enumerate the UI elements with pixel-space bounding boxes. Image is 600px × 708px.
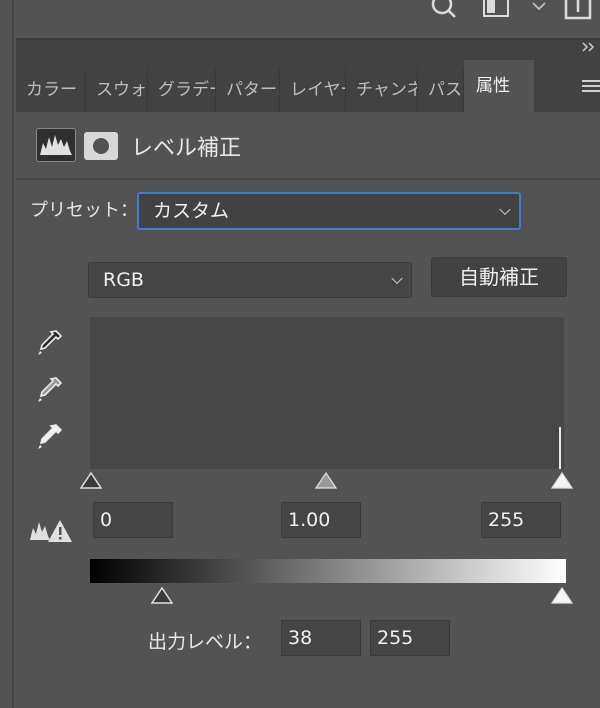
- tab-swatches[interactable]: スウォッチ: [86, 68, 148, 112]
- divider: [12, 38, 14, 708]
- left-dock-edge: [0, 38, 16, 708]
- tab-channels[interactable]: チャンネル: [346, 68, 418, 112]
- tab-label: カラー: [26, 80, 77, 100]
- input-midtone-field[interactable]: 1.00: [281, 502, 361, 538]
- auto-button[interactable]: 自動補正: [431, 257, 567, 297]
- tab-layers[interactable]: レイヤー: [280, 68, 346, 112]
- tab-paths[interactable]: パス: [418, 68, 464, 112]
- tab-properties[interactable]: 属性: [464, 60, 534, 112]
- chevron-down-icon[interactable]: [530, 0, 548, 14]
- input-shadow-slider-handle[interactable]: [80, 472, 102, 490]
- search-icon[interactable]: [430, 0, 460, 22]
- input-midtone-slider-handle[interactable]: [315, 472, 337, 490]
- input-shadow-field[interactable]: 0: [93, 502, 173, 538]
- tab-label: スウォッチ: [96, 80, 147, 100]
- panel-collapse-bar[interactable]: [16, 38, 600, 60]
- tab-label: チャンネル: [356, 80, 417, 100]
- tab-label: 属性: [476, 76, 510, 96]
- adjustment-title: レベル補正: [131, 136, 242, 161]
- levels-histogram-icon[interactable]: [36, 128, 76, 162]
- tab-patterns[interactable]: パターン: [216, 68, 280, 112]
- chevron-down-icon: [499, 203, 511, 216]
- output-levels-label: 出力レベル：: [148, 631, 263, 653]
- input-highlight-slider-handle[interactable]: [551, 472, 573, 490]
- chevron-down-icon: [391, 272, 403, 285]
- histogram-icon: [40, 135, 72, 155]
- tab-label: パス: [428, 80, 462, 100]
- preset-select[interactable]: カスタム: [137, 192, 521, 230]
- tab-label: レイヤー: [290, 80, 345, 100]
- black-point-eyedropper-icon[interactable]: [34, 328, 64, 358]
- workspace-icon[interactable]: [482, 0, 516, 20]
- output-low-slider-handle[interactable]: [151, 587, 173, 605]
- adjustment-header: レベル補正: [16, 112, 600, 180]
- output-low-field[interactable]: 38: [281, 620, 361, 656]
- divider: [12, 0, 14, 38]
- panel-menu-icon[interactable]: [582, 80, 600, 94]
- histogram-display: [90, 317, 564, 469]
- panel-tab-bar: カラー スウォッチ グラデーション パターン レイヤー チャンネル パス 属性: [16, 60, 600, 112]
- gray-point-eyedropper-icon[interactable]: [34, 375, 64, 405]
- mask-icon[interactable]: [84, 132, 118, 160]
- tab-color[interactable]: カラー: [16, 68, 86, 112]
- tab-label: グラデーション: [158, 80, 215, 100]
- share-icon[interactable]: [562, 0, 596, 22]
- tab-gradients[interactable]: グラデーション: [148, 68, 216, 112]
- white-point-eyedropper-icon[interactable]: [34, 422, 64, 452]
- preset-label: プリセット：: [30, 200, 138, 221]
- app-top-bar: [0, 0, 600, 38]
- input-highlight-field[interactable]: 255: [481, 502, 561, 538]
- channel-value: RGB: [103, 269, 144, 291]
- tab-label: パターン: [226, 80, 279, 100]
- clipping-warning-icon[interactable]: [28, 516, 74, 544]
- collapse-chevrons-icon[interactable]: [582, 41, 596, 53]
- output-high-field[interactable]: 255: [370, 620, 450, 656]
- channel-select[interactable]: RGB: [88, 262, 412, 298]
- preset-value: カスタム: [153, 200, 230, 222]
- output-gradient-bar: [90, 559, 566, 583]
- histogram-bar: [559, 427, 561, 469]
- output-high-slider-handle[interactable]: [551, 587, 573, 605]
